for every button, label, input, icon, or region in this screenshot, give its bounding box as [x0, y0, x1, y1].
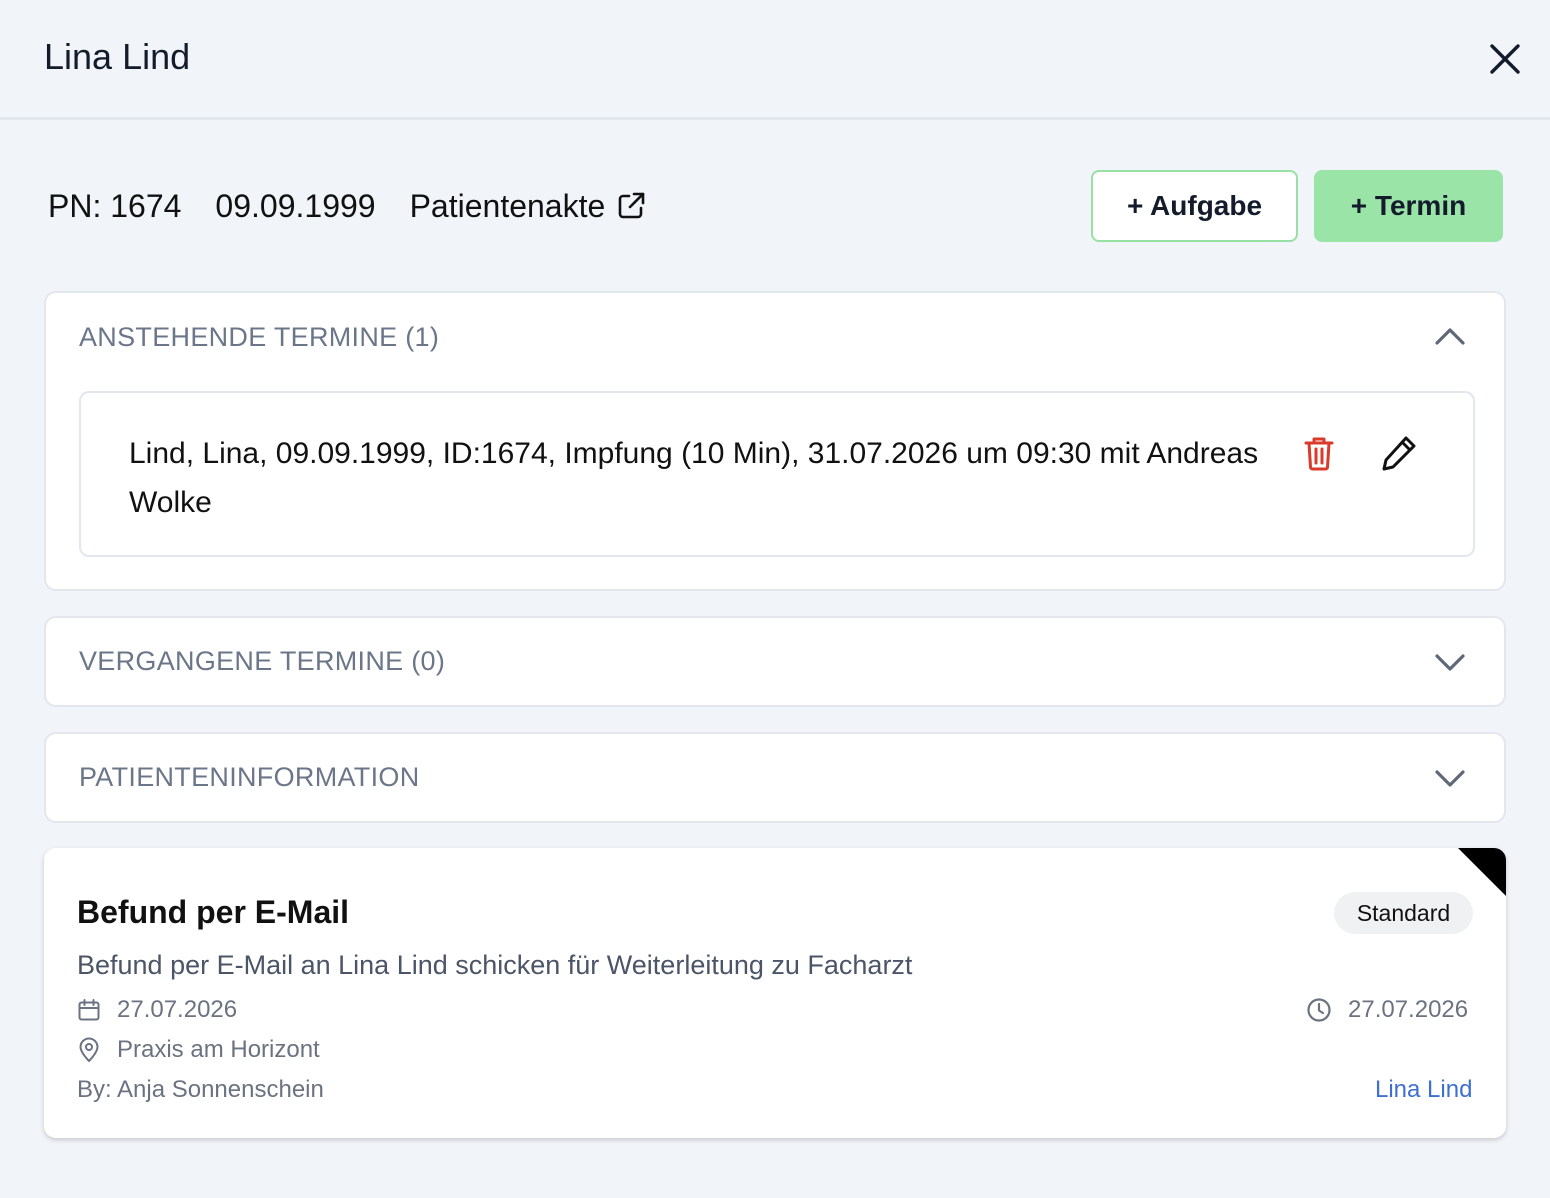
task-location-row: Praxis am Horizont	[77, 1036, 320, 1064]
appointment-text: Lind, Lina, 09.09.1999, ID:1674, Impfung…	[129, 437, 1259, 519]
upcoming-appointments-section: ANSTEHENDE TERMINE (1) Lind, Lina, 09.09…	[44, 291, 1506, 591]
close-icon[interactable]	[1484, 38, 1526, 80]
task-date: 27.07.2026	[117, 996, 238, 1023]
task-location: Praxis am Horizont	[117, 1036, 320, 1063]
patient-record-link[interactable]: Patientenakte	[410, 188, 648, 225]
chevron-up-icon[interactable]	[1432, 319, 1468, 355]
task-card[interactable]: Befund per E-Mail Standard Befund per E-…	[44, 848, 1506, 1138]
task-corner-marker	[1458, 848, 1506, 896]
patient-meta-row: PN: 1674 09.09.1999 Patientenakte	[48, 184, 647, 228]
add-task-button[interactable]: + Aufgabe	[1091, 170, 1298, 242]
priority-badge: Standard	[1334, 892, 1473, 934]
task-title: Befund per E-Mail	[77, 894, 350, 930]
chevron-down-icon[interactable]	[1432, 644, 1468, 680]
task-description: Befund per E-Mail an Lina Lind schicken …	[77, 950, 913, 980]
patient-info-section[interactable]: PATIENTENINFORMATION	[44, 732, 1506, 823]
patient-record-label: Patientenakte	[409, 187, 606, 224]
task-creator: By: Anja Sonnenschein	[77, 1076, 324, 1103]
calendar-icon	[78, 999, 100, 1021]
task-date-row: 27.07.2026	[77, 996, 237, 1024]
task-due-date: 27.07.2026	[1348, 996, 1469, 1023]
patient-number: PN: 1674	[48, 187, 182, 224]
clock-icon	[1307, 998, 1331, 1022]
past-appointments-section[interactable]: VERGANGENE TERMINE (0)	[44, 616, 1506, 707]
appointment-card: Lind, Lina, 09.09.1999, ID:1674, Impfung…	[79, 391, 1475, 557]
add-appointment-button[interactable]: + Termin	[1314, 170, 1503, 242]
map-pin-icon	[79, 1037, 99, 1062]
patient-info-title[interactable]: PATIENTENINFORMATION	[79, 762, 420, 793]
patient-birthdate: 09.09.1999	[215, 187, 376, 224]
pencil-icon[interactable]	[1379, 433, 1419, 473]
dialog-header: Lina Lind	[0, 0, 1550, 120]
task-due-row: 27.07.2026	[1306, 996, 1468, 1024]
upcoming-appointments-title[interactable]: ANSTEHENDE TERMINE (1)	[79, 322, 439, 353]
task-created-by: By: Anja Sonnenschein	[77, 1076, 324, 1104]
chevron-down-icon[interactable]	[1432, 760, 1468, 796]
patient-name-title: Lina Lind	[44, 36, 191, 77]
external-link-icon	[618, 192, 645, 219]
task-assignee-link[interactable]: Lina Lind	[1375, 1076, 1472, 1104]
past-appointments-title[interactable]: VERGANGENE TERMINE (0)	[79, 646, 445, 677]
trash-icon[interactable]	[1299, 433, 1339, 473]
